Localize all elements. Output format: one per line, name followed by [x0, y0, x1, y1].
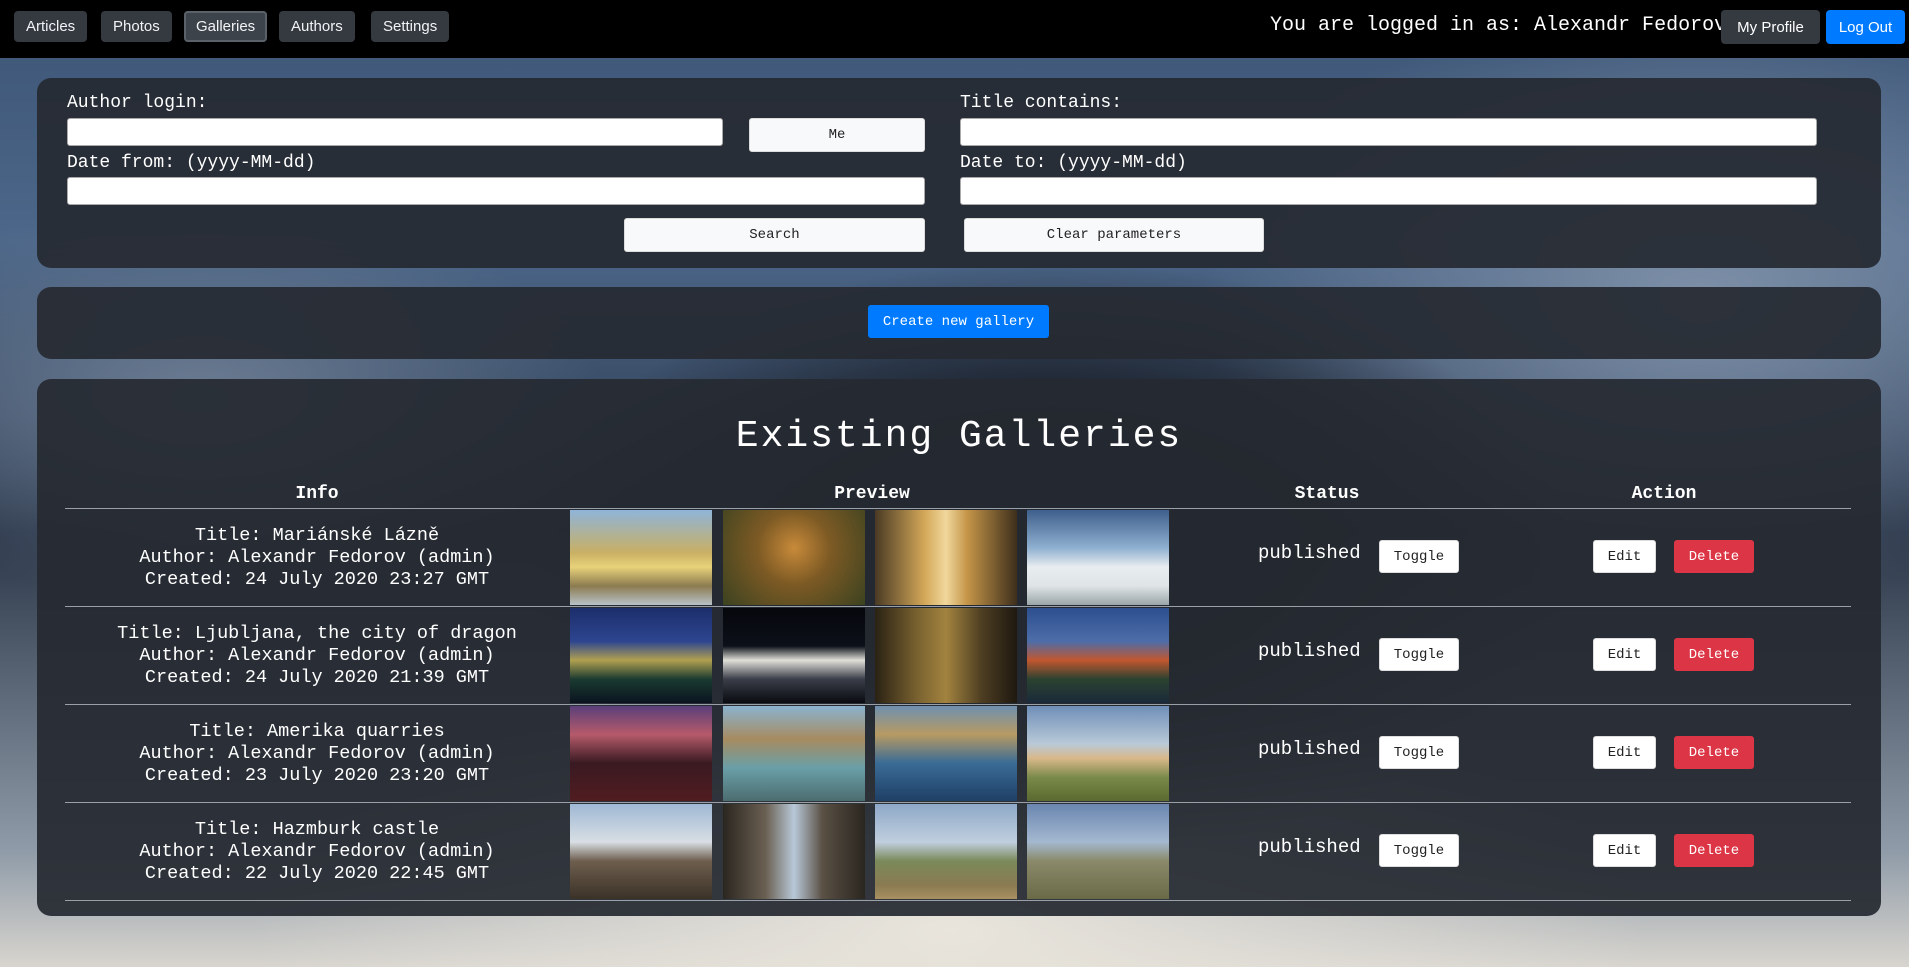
nav-authors-button[interactable]: Authors: [279, 11, 355, 42]
column-header-status: Status: [1294, 484, 1360, 504]
gallery-author: Author: Alexandr Fedorov (admin): [139, 645, 495, 666]
nav-galleries-button[interactable]: Galleries: [184, 11, 268, 42]
preview-thumbnail[interactable]: [723, 706, 865, 801]
title-contains-label: Title contains:: [960, 93, 1123, 113]
gallery-author: Author: Alexandr Fedorov (admin): [139, 743, 495, 764]
gallery-info: Title: Amerika quarries Author: Alexandr…: [65, 705, 569, 803]
table-row: Title: Hazmburk castle Author: Alexandr …: [37, 803, 1881, 901]
gallery-created: Created: 23 July 2020 23:20 GMT: [144, 765, 490, 786]
status-value: published: [1258, 738, 1361, 760]
gallery-info: Title: Ljubljana, the city of dragon Aut…: [65, 607, 569, 705]
gallery-title: Title: Mariánské Lázně: [194, 525, 440, 546]
title-contains-input[interactable]: [960, 118, 1817, 146]
preview-thumbnail[interactable]: [875, 510, 1017, 605]
toggle-status-button[interactable]: Toggle: [1379, 540, 1459, 573]
log-out-button[interactable]: Log Out: [1826, 10, 1905, 44]
gallery-title: Title: Ljubljana, the city of dragon: [117, 623, 517, 644]
edit-button[interactable]: Edit: [1593, 736, 1656, 769]
column-header-info: Info: [295, 484, 339, 504]
toggle-status-button[interactable]: Toggle: [1379, 736, 1459, 769]
gallery-created: Created: 24 July 2020 23:27 GMT: [144, 569, 490, 590]
gallery-info: Title: Hazmburk castle Author: Alexandr …: [65, 803, 569, 901]
date-to-input[interactable]: [960, 177, 1817, 205]
delete-button[interactable]: Delete: [1674, 638, 1754, 671]
me-button[interactable]: Me: [749, 118, 925, 152]
author-login-input[interactable]: [67, 118, 723, 146]
preview-thumbnail[interactable]: [1027, 608, 1169, 703]
table-divider: [65, 900, 1851, 901]
preview-thumbnail[interactable]: [570, 706, 712, 801]
column-header-preview: Preview: [834, 484, 910, 504]
my-profile-button[interactable]: My Profile: [1721, 10, 1820, 44]
preview-thumbnail[interactable]: [875, 706, 1017, 801]
date-to-label: Date to: (yyyy-MM-dd): [960, 153, 1187, 173]
preview-thumbnail[interactable]: [723, 510, 865, 605]
author-login-label: Author login:: [67, 93, 208, 113]
edit-button[interactable]: Edit: [1593, 540, 1656, 573]
table-row: Title: Amerika quarries Author: Alexandr…: [37, 705, 1881, 803]
preview-thumbnail[interactable]: [570, 510, 712, 605]
top-navbar: Articles Photos Galleries Authors Settin…: [0, 0, 1909, 58]
gallery-created: Created: 22 July 2020 22:45 GMT: [144, 863, 490, 884]
status-value: published: [1258, 542, 1361, 564]
gallery-author: Author: Alexandr Fedorov (admin): [139, 547, 495, 568]
nav-articles-button[interactable]: Articles: [14, 11, 88, 42]
preview-thumbnail[interactable]: [875, 804, 1017, 899]
logged-in-status: You are logged in as: Alexandr Fedorov: [1270, 14, 1727, 37]
status-value: published: [1258, 836, 1361, 858]
toggle-status-button[interactable]: Toggle: [1379, 638, 1459, 671]
gallery-title: Title: Hazmburk castle: [194, 819, 440, 840]
preview-thumbnail[interactable]: [1027, 804, 1169, 899]
clear-parameters-button[interactable]: Clear parameters: [964, 218, 1264, 252]
delete-button[interactable]: Delete: [1674, 834, 1754, 867]
edit-button[interactable]: Edit: [1593, 834, 1656, 867]
create-panel: Create new gallery: [37, 287, 1881, 359]
gallery-author: Author: Alexandr Fedorov (admin): [139, 841, 495, 862]
gallery-created: Created: 24 July 2020 21:39 GMT: [144, 667, 490, 688]
preview-thumbnail[interactable]: [570, 608, 712, 703]
table-row: Title: Ljubljana, the city of dragon Aut…: [37, 607, 1881, 705]
nav-photos-button[interactable]: Photos: [101, 11, 172, 42]
create-gallery-button[interactable]: Create new gallery: [868, 305, 1049, 338]
preview-thumbnail[interactable]: [1027, 510, 1169, 605]
table-row: Title: Mariánské Lázně Author: Alexandr …: [37, 509, 1881, 607]
status-value: published: [1258, 640, 1361, 662]
preview-thumbnail[interactable]: [1027, 706, 1169, 801]
delete-button[interactable]: Delete: [1674, 736, 1754, 769]
nav-settings-button[interactable]: Settings: [371, 11, 450, 42]
galleries-panel: Existing Galleries Info Preview Status A…: [37, 379, 1881, 916]
search-button[interactable]: Search: [624, 218, 925, 252]
search-panel: Author login: Me Title contains: Date fr…: [37, 78, 1881, 268]
column-header-action: Action: [1631, 484, 1697, 504]
gallery-title: Title: Amerika quarries: [189, 721, 445, 742]
preview-thumbnail[interactable]: [723, 608, 865, 703]
toggle-status-button[interactable]: Toggle: [1379, 834, 1459, 867]
galleries-heading: Existing Galleries: [735, 415, 1183, 458]
preview-thumbnail[interactable]: [723, 804, 865, 899]
date-from-label: Date from: (yyyy-MM-dd): [67, 153, 316, 173]
date-from-input[interactable]: [67, 177, 925, 205]
delete-button[interactable]: Delete: [1674, 540, 1754, 573]
edit-button[interactable]: Edit: [1593, 638, 1656, 671]
gallery-info: Title: Mariánské Lázně Author: Alexandr …: [65, 509, 569, 607]
preview-thumbnail[interactable]: [570, 804, 712, 899]
preview-thumbnail[interactable]: [875, 608, 1017, 703]
